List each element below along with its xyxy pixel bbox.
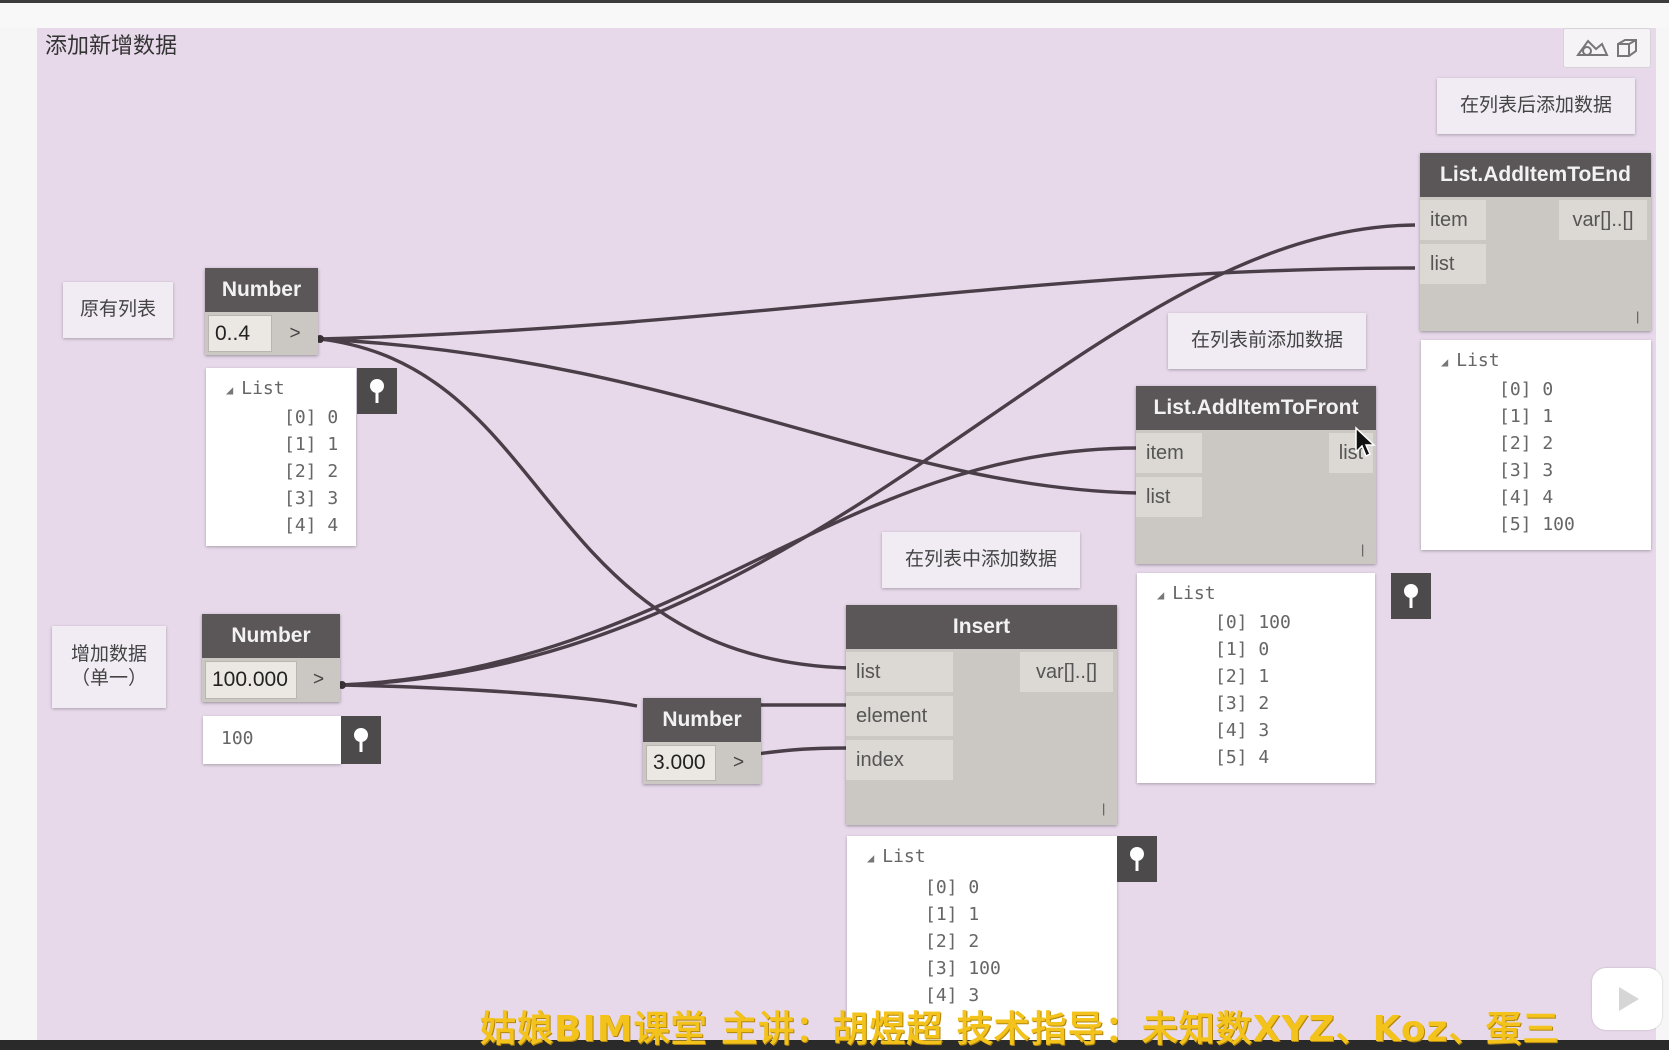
number-input[interactable]: 100.000 (205, 661, 297, 699)
expand-arrow-button[interactable]: > (719, 745, 758, 781)
pin-preview-button[interactable] (341, 716, 381, 764)
preview-bubble-add-to-front: ◢ List [0] 100 [1] 0 [2] 1 [3] 2 [4] 3 [5… (1137, 573, 1375, 783)
node-resize-mark: | (1102, 801, 1106, 816)
pin-preview-button[interactable] (1117, 836, 1157, 882)
workspace-canvas[interactable]: 添加新增数据 原有列表 增加数据 （单一） 在列表后添加数据 在列表前添加数据 … (37, 28, 1656, 1040)
pin-icon (370, 379, 384, 403)
input-port-list[interactable]: list (846, 652, 953, 692)
left-gutter (0, 28, 37, 1040)
note-insert-middle[interactable]: 在列表中添加数据 (882, 532, 1080, 588)
list-item: [0] 0 (1499, 379, 1554, 400)
video-subtitle: 姑娘BIM课堂 主讲：胡煜超 技术指导：未知数XYZ、Koz、蛋三 (480, 1009, 1560, 1050)
input-port-list[interactable]: list (1420, 244, 1486, 284)
collapse-triangle-icon[interactable]: ◢ (1441, 355, 1448, 369)
node-title: Number (202, 614, 340, 658)
list-item: [1] 0 (1215, 639, 1270, 660)
note-add-data[interactable]: 增加数据 （单一） (52, 626, 166, 708)
note-add-to-end[interactable]: 在列表后添加数据 (1437, 78, 1635, 134)
right-gutter (1656, 28, 1669, 1040)
play-button[interactable] (1592, 968, 1662, 1030)
node-title: Number (205, 268, 318, 312)
list-item: [3] 2 (1215, 693, 1270, 714)
list-label: List (1456, 350, 1500, 371)
pin-icon (1404, 584, 1418, 608)
list-item: [4] 4 (284, 515, 339, 536)
list-item: [0] 100 (1215, 612, 1291, 633)
preview-value: 100 (221, 728, 254, 749)
preview-bubble-add-to-end: ◢ List [0] 0 [1] 1 [2] 2 [3] 3 [4] 4 [5] … (1421, 340, 1651, 550)
list-item: [3] 3 (284, 488, 339, 509)
list-item: [0] 0 (284, 407, 339, 428)
mouse-cursor-icon (1355, 426, 1376, 458)
list-item: [5] 100 (1499, 514, 1575, 535)
add-item-to-end-node[interactable]: List.AddItemToEnd item list var[]..[] | (1420, 153, 1651, 331)
pin-icon (354, 728, 368, 752)
pin-icon (1130, 847, 1144, 871)
wire-number1-to-front-list (319, 337, 1139, 495)
wire-number2-to-number3 (341, 683, 638, 708)
pin-preview-button[interactable] (357, 368, 397, 414)
list-item: [3] 3 (1499, 460, 1554, 481)
number-node-add-data[interactable]: Number 100.000 > (202, 614, 340, 702)
list-label: List (1172, 583, 1216, 604)
input-port-index[interactable]: index (846, 740, 953, 780)
list-item: [2] 2 (1499, 433, 1554, 454)
node-resize-mark: | (1361, 542, 1365, 557)
list-item: [5] 4 (1215, 747, 1270, 768)
list-item: [3] 100 (925, 958, 1001, 979)
wire-number3-to-insert-index (756, 746, 849, 756)
node-title: List.AddItemToFront (1136, 386, 1376, 430)
list-item: [4] 3 (1215, 720, 1270, 741)
node-title: Number (643, 698, 761, 742)
node-title: List.AddItemToEnd (1420, 153, 1651, 197)
collapse-triangle-icon[interactable]: ◢ (867, 851, 874, 865)
list-item: [1] 1 (925, 904, 980, 925)
input-port-list[interactable]: list (1136, 477, 1202, 517)
input-port-item[interactable]: item (1420, 200, 1486, 240)
number-input[interactable]: 0..4 (208, 315, 272, 352)
preview-bubble-number2: 100 (203, 716, 341, 764)
collapse-triangle-icon[interactable]: ◢ (1157, 588, 1164, 602)
preview-bubble-number1: ◢ List [0] 0 [1] 1 [2] 2 [3] 3 [4] 4 (206, 368, 356, 546)
play-icon (1619, 987, 1639, 1011)
output-port[interactable]: var[]..[] (1559, 200, 1647, 240)
node-title: Insert (846, 605, 1117, 649)
output-port[interactable]: var[]..[] (1020, 652, 1113, 692)
list-item: [0] 0 (925, 877, 980, 898)
number-input[interactable]: 3.000 (646, 745, 716, 781)
list-item: [1] 1 (1499, 406, 1554, 427)
pin-preview-button[interactable] (1391, 573, 1431, 619)
note-original-list[interactable]: 原有列表 (63, 282, 173, 338)
list-item: [1] 1 (284, 434, 339, 455)
add-item-to-front-node[interactable]: List.AddItemToFront item list list | (1136, 386, 1376, 564)
list-label: List (241, 378, 285, 399)
insert-node[interactable]: Insert list element index var[]..[] | (846, 605, 1117, 825)
list-item: [4] 4 (1499, 487, 1554, 508)
expand-arrow-button[interactable]: > (300, 661, 337, 699)
number-node-index[interactable]: Number 3.000 > (643, 698, 761, 784)
wire-number1-to-insert-list (319, 337, 849, 670)
window-top-bar (0, 0, 1669, 28)
number-node-original-list[interactable]: Number 0..4 > (205, 268, 318, 355)
note-add-to-front[interactable]: 在列表前添加数据 (1168, 313, 1366, 369)
list-item: [2] 1 (1215, 666, 1270, 687)
list-label: List (882, 846, 926, 867)
list-item: [2] 2 (925, 931, 980, 952)
list-item: [2] 2 (284, 461, 339, 482)
input-port-item[interactable]: item (1136, 433, 1202, 473)
node-resize-mark: | (1636, 309, 1640, 324)
expand-arrow-button[interactable]: > (275, 315, 315, 352)
collapse-triangle-icon[interactable]: ◢ (226, 383, 233, 397)
input-port-element[interactable]: element (846, 696, 953, 736)
